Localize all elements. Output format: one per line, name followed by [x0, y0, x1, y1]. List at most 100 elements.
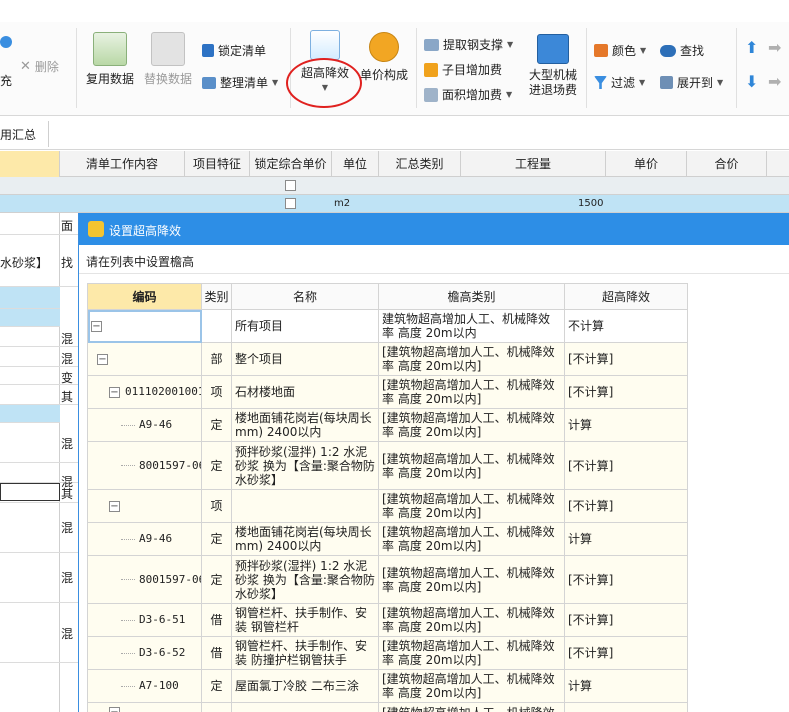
code-cell[interactable]: A9-46: [87, 408, 202, 442]
height-type-cell[interactable]: [建筑物超高增加人工、机械降效率 高度 20m以内]: [378, 441, 565, 490]
table-row[interactable]: 8001597-06 定 预拌砂浆(湿拌) 1:2 水泥砂浆 换为【含量:聚合物…: [87, 555, 688, 604]
height-type-cell[interactable]: [建筑物超高增加人工、机械降效率 高度 20m以内]: [378, 669, 565, 703]
grid-col-unit-price[interactable]: 单价: [606, 151, 687, 177]
lock-checkbox[interactable]: [285, 180, 296, 191]
table-row[interactable]: −011102001001 项 石材楼地面 [建筑物超高增加人工、机械降效率 高…: [87, 375, 688, 409]
move-left-button[interactable]: ➡: [768, 72, 781, 91]
reduction-cell[interactable]: [564, 702, 688, 712]
grid-col-total[interactable]: 合价: [687, 151, 767, 177]
list-item[interactable]: 混: [0, 603, 80, 663]
code-cell[interactable]: A9-46: [87, 522, 202, 556]
collapse-icon[interactable]: −: [109, 386, 120, 398]
reduction-cell[interactable]: [不计算]: [564, 375, 688, 409]
unit-price-button[interactable]: 单价构成: [358, 32, 410, 83]
code-cell[interactable]: 8001597-06: [87, 555, 202, 604]
height-type-cell[interactable]: [建筑物超高增加人工、机械降效率 高度 20m以内]: [378, 555, 565, 604]
list-item[interactable]: 混: [0, 347, 80, 367]
area-add-button[interactable]: 面积增加费 ▼: [424, 86, 512, 103]
collapse-icon[interactable]: −: [91, 320, 102, 332]
machinery-button[interactable]: 大型机械 进退场费: [524, 34, 582, 98]
delete-button[interactable]: ✕ 删除: [20, 58, 59, 75]
list-item[interactable]: 其: [0, 385, 80, 405]
reuse-data-button[interactable]: 复用数据: [84, 32, 136, 87]
height-type-cell[interactable]: [建筑物超高增加人工、机械降效率 高度 20m以内]: [378, 342, 565, 376]
grid-col-lock-price[interactable]: 锁定综合单价: [250, 151, 332, 177]
subitem-add-button[interactable]: 子目增加费: [424, 61, 502, 78]
table-row[interactable]: − 所有项目 建筑物超高增加人工、机械降效率 高度 20m以内 不计算: [87, 309, 688, 343]
list-item[interactable]: 混: [0, 503, 80, 553]
grid-row[interactable]: [0, 177, 789, 195]
grid-col-work-content[interactable]: 清单工作内容: [60, 151, 185, 177]
list-item[interactable]: [0, 309, 60, 327]
table-row[interactable]: D3-6-52 借 钢管栏杆、扶手制作、安装 防撞护栏钢管扶手 [建筑物超高增加…: [87, 636, 688, 670]
move-right-button[interactable]: ➡: [768, 38, 781, 57]
list-item[interactable]: 混: [0, 327, 80, 347]
col-header-type[interactable]: 类别: [201, 283, 232, 310]
dialog-title-bar[interactable]: 设置超高降效: [79, 213, 789, 245]
height-type-cell[interactable]: [建筑物超高增加人工、机械降效率 高度 20m以内]: [378, 522, 565, 556]
height-type-cell[interactable]: [建筑物超高增加人工、机械降效率 高度 20m以内]: [378, 408, 565, 442]
code-cell[interactable]: D3-6-51: [87, 603, 202, 637]
filter-button[interactable]: 过滤 ▼: [594, 74, 645, 91]
code-cell[interactable]: −: [87, 309, 202, 343]
reduction-cell[interactable]: 计算: [564, 669, 688, 703]
code-cell[interactable]: D3-6-52: [87, 636, 202, 670]
col-header-reduction[interactable]: 超高降效: [564, 283, 688, 310]
code-cell[interactable]: −: [87, 702, 202, 712]
list-item[interactable]: 混: [0, 423, 80, 463]
reduction-cell[interactable]: [不计算]: [564, 489, 688, 523]
lock-checkbox[interactable]: [285, 198, 296, 209]
grid-col-summary-type[interactable]: 汇总类别: [379, 151, 461, 177]
table-row[interactable]: D3-6-51 借 钢管栏杆、扶手制作、安装 钢管栏杆 [建筑物超高增加人工、机…: [87, 603, 688, 637]
height-type-cell[interactable]: [建筑物超高增加人工、机械降效率 高度 20m以内]: [378, 636, 565, 670]
code-cell[interactable]: −: [87, 342, 202, 376]
add-partial-button[interactable]: [0, 36, 16, 48]
table-row[interactable]: − 部 整个项目 [建筑物超高增加人工、机械降效率 高度 20m以内] [不计算…: [87, 342, 688, 376]
list-item[interactable]: 面: [0, 213, 80, 235]
grid-col-feature[interactable]: 项目特征: [185, 151, 250, 177]
table-row[interactable]: − [建筑物超高增加人工、机械降效: [87, 702, 688, 712]
list-item[interactable]: [0, 405, 60, 423]
reduction-cell[interactable]: 计算: [564, 522, 688, 556]
move-down-button[interactable]: ⬇: [745, 72, 758, 91]
table-row[interactable]: A9-46 定 楼地面铺花岗岩(每块周长mm) 2400以内 [建筑物超高增加人…: [87, 408, 688, 442]
code-cell[interactable]: −011102001001: [87, 375, 202, 409]
col-header-code[interactable]: 编码: [87, 283, 202, 310]
height-type-cell[interactable]: 建筑物超高增加人工、机械降效率 高度 20m以内: [378, 309, 565, 343]
move-up-button[interactable]: ⬆: [745, 38, 758, 57]
reduction-cell[interactable]: [不计算]: [564, 603, 688, 637]
code-cell[interactable]: −: [87, 489, 202, 523]
organize-list-button[interactable]: 整理清单 ▼: [202, 74, 278, 91]
collapse-icon[interactable]: −: [109, 707, 120, 712]
reduction-cell[interactable]: [不计算]: [564, 555, 688, 604]
extract-steel-button[interactable]: 提取钢支撑 ▼: [424, 36, 513, 53]
summary-tab[interactable]: 用汇总: [0, 126, 36, 143]
grid-col-unit[interactable]: 单位: [332, 151, 379, 177]
reduction-cell[interactable]: 计算: [564, 408, 688, 442]
list-item[interactable]: 变: [0, 367, 80, 385]
expand-to-button[interactable]: 展开到 ▼: [660, 74, 723, 91]
collapse-icon[interactable]: −: [109, 500, 120, 512]
height-type-cell[interactable]: [建筑物超高增加人工、机械降效率 高度 20m以内]: [378, 603, 565, 637]
replace-data-button[interactable]: 替换数据: [142, 32, 194, 87]
table-row[interactable]: 8001597-06 定 预拌砂浆(湿拌) 1:2 水泥砂浆 换为【含量:聚合物…: [87, 441, 688, 490]
list-item-focused[interactable]: [0, 483, 60, 501]
col-header-height-type[interactable]: 檐高类别: [378, 283, 565, 310]
height-type-cell[interactable]: [建筑物超高增加人工、机械降效率 高度 20m以内]: [378, 489, 565, 523]
reduction-cell[interactable]: [不计算]: [564, 342, 688, 376]
code-cell[interactable]: A7-100: [87, 669, 202, 703]
height-type-cell[interactable]: [建筑物超高增加人工、机械降效: [378, 702, 565, 712]
code-cell[interactable]: 8001597-06: [87, 441, 202, 490]
table-row[interactable]: A9-46 定 楼地面铺花岗岩(每块周长mm) 2400以内 [建筑物超高增加人…: [87, 522, 688, 556]
list-item[interactable]: 混: [0, 553, 80, 603]
list-item[interactable]: [0, 287, 60, 309]
lock-list-button[interactable]: 锁定清单: [202, 42, 266, 59]
col-header-name[interactable]: 名称: [231, 283, 379, 310]
color-button[interactable]: 颜色 ▼: [594, 42, 646, 59]
table-row[interactable]: A7-100 定 屋面氯丁冷胶 二布三涂 [建筑物超高增加人工、机械降效率 高度…: [87, 669, 688, 703]
find-button[interactable]: 查找: [660, 42, 704, 59]
collapse-icon[interactable]: −: [97, 353, 108, 365]
reduction-cell[interactable]: [不计算]: [564, 636, 688, 670]
reduction-cell[interactable]: [不计算]: [564, 441, 688, 490]
grid-row-selected[interactable]: m2 1500: [0, 195, 789, 213]
